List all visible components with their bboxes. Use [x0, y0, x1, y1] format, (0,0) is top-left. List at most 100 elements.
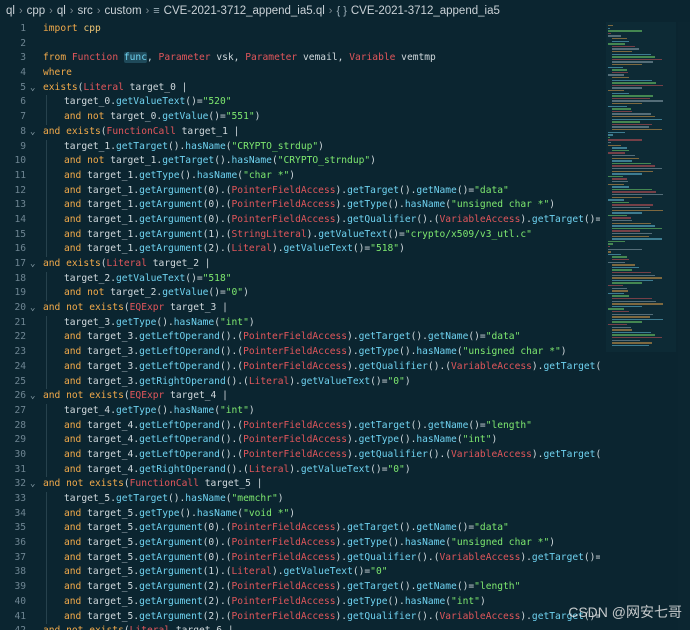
- code-text: and target_3.getLeftOperand().(PointerFi…: [64, 330, 520, 345]
- breadcrumb-file[interactable]: CVE-2021-3712_append_ia5.ql: [164, 5, 325, 17]
- code-token: getArgument: [139, 228, 203, 240]
- code-token: getType: [139, 169, 180, 181]
- code-token: ).: [335, 595, 348, 607]
- code-line[interactable]: 5 ⌄ exists(Literal target_0 |: [0, 81, 600, 96]
- code-line[interactable]: 25 and target_3.getRightOperand().(Litera…: [0, 374, 600, 390]
- code-line[interactable]: 10 and not target_1.getTarget().hasName("…: [0, 154, 600, 169]
- minimap-line: [612, 342, 652, 344]
- indent-guide: [46, 536, 47, 551]
- editor-scrollbar[interactable]: [678, 22, 690, 630]
- code-token: ).: [271, 566, 284, 578]
- minimap-line: [612, 87, 642, 89]
- code-line[interactable]: 38 and target_5.getArgument(1).(Literal).…: [0, 565, 600, 581]
- minimap-line: [612, 38, 627, 40]
- code-line[interactable]: 8 ⌄ and exists(FunctionCall target_1 |: [0, 125, 600, 140]
- code-token: getTarget: [347, 581, 400, 593]
- code-line[interactable]: 19 and not target_2.getValue()="0"): [0, 286, 600, 302]
- fold-chevron-icon[interactable]: ⌄: [30, 257, 40, 272]
- breadcrumb-item[interactable]: cpp: [27, 5, 46, 17]
- code-token: hasName: [404, 595, 446, 607]
- code-line[interactable]: 12 and target_1.getArgument(0).(PointerFi…: [0, 183, 600, 199]
- code-text: and target_5.getArgument(0).(PointerFiel…: [64, 521, 509, 536]
- code-line[interactable]: 31 and target_4.getRightOperand().(Litera…: [0, 462, 600, 478]
- code-token: import: [43, 23, 84, 34]
- code-line[interactable]: 32 ⌄ and not exists(FunctionCall target_5 …: [0, 477, 600, 492]
- code-line[interactable]: 22 and target_3.getLeftOperand().(Pointer…: [0, 330, 600, 346]
- code-token: "CRYPTO_strdup": [231, 140, 319, 152]
- code-line[interactable]: 15 and target_1.getArgument(1).(StringLit…: [0, 227, 600, 243]
- code-token: target_6 |: [176, 625, 234, 630]
- code-line[interactable]: 42 ⌄and not exists(Literal target_6 |: [0, 624, 600, 630]
- code-line[interactable]: 23 and target_3.getLeftOperand().(Pointer…: [0, 345, 600, 360]
- code-line[interactable]: 40 and target_5.getArgument(2).(PointerFi…: [0, 594, 600, 610]
- fold-chevron-icon[interactable]: ⌄: [30, 81, 40, 96]
- indent-guide: [46, 506, 47, 522]
- breadcrumb-item[interactable]: ql: [6, 5, 15, 17]
- code-token: PointerFieldAccess: [231, 537, 336, 549]
- code-line[interactable]: 9 target_1.getTarget().hasName("CRYPTO_st…: [0, 139, 600, 155]
- code-line[interactable]: 18 target_2.getValueText()="518": [0, 271, 600, 287]
- code-line[interactable]: 34 and target_5.getType().hasName("void *…: [0, 506, 600, 522]
- code-token: ): [560, 346, 567, 358]
- breadcrumb-item[interactable]: src: [77, 5, 92, 17]
- code-line[interactable]: 36 and target_5.getArgument(0).(PointerFi…: [0, 536, 600, 551]
- code-editor[interactable]: 1 import cpp 2 3 from Function func, Paramet…: [0, 22, 600, 630]
- minimap-line: [612, 274, 655, 276]
- minimap-line: [612, 321, 642, 323]
- code-line[interactable]: 27 target_4.getType().hasName("int"): [0, 403, 600, 419]
- fold-chevron-icon[interactable]: ⌄: [30, 624, 40, 630]
- breadcrumb-item[interactable]: custom: [104, 5, 141, 17]
- code-line[interactable]: 11 and target_1.getType().hasName("char *…: [0, 168, 600, 184]
- code-line[interactable]: 4 where: [0, 66, 600, 81]
- code-line[interactable]: 13 and target_1.getArgument(0).(PointerFi…: [0, 198, 600, 213]
- code-token: VariableAccess: [451, 360, 532, 372]
- line-number: 41: [14, 610, 26, 622]
- code-token: getLeftOperand: [139, 419, 220, 431]
- minimap-line: [608, 144, 621, 146]
- code-line[interactable]: 39 and target_5.getArgument(2).(PointerFi…: [0, 580, 600, 595]
- breadcrumb-symbol[interactable]: CVE-2021-3712_append_ia5: [351, 5, 500, 17]
- code-line[interactable]: 28 and target_4.getLeftOperand().(Pointer…: [0, 418, 600, 434]
- code-line[interactable]: 29 and target_4.getLeftOperand().(Pointer…: [0, 433, 600, 448]
- minimap-line: [608, 131, 625, 133]
- code-line[interactable]: 37 and target_5.getArgument(0).(PointerFi…: [0, 550, 600, 566]
- minimap-line: [612, 212, 642, 214]
- code-line[interactable]: 26 ⌄ and not exists(EQExpr target_4 |: [0, 389, 600, 404]
- code-token: getTarget: [543, 360, 596, 372]
- minimap[interactable]: [606, 22, 676, 352]
- code-token: getValueText: [300, 463, 371, 475]
- code-line[interactable]: 30 and target_4.getLeftOperand().(Pointer…: [0, 447, 600, 463]
- code-line[interactable]: 1 import cpp: [0, 22, 600, 37]
- code-token: getTarget: [543, 448, 596, 460]
- code-line[interactable]: 41 and target_5.getArgument(2).(PointerFi…: [0, 609, 600, 625]
- fold-chevron-icon[interactable]: ⌄: [30, 125, 40, 140]
- code-line[interactable]: 16 and target_1.getArgument(2).(Literal).…: [0, 242, 600, 257]
- code-token: (2).(: [202, 581, 232, 593]
- code-token: PointerFieldAccess: [231, 551, 336, 563]
- code-text: and target_1.getArgument(0).(PointerFiel…: [64, 198, 555, 213]
- code-line[interactable]: 7 and not target_0.getValue()="551"): [0, 110, 600, 125]
- code-line[interactable]: 14 and target_1.getArgument(0).(PointerFi…: [0, 212, 600, 228]
- minimap-line: [612, 165, 655, 167]
- code-line[interactable]: 17 ⌄ and exists(Literal target_2 |: [0, 257, 600, 272]
- code-line[interactable]: 21 target_3.getType().hasName("int"): [0, 315, 600, 331]
- code-line[interactable]: 2: [0, 37, 600, 52]
- indent-guide: [46, 271, 47, 287]
- code-line[interactable]: 3 from Function func, Parameter vsk, Para…: [0, 51, 600, 66]
- code-line[interactable]: 33 target_5.getTarget().hasName("memchr"): [0, 492, 600, 507]
- fold-chevron-icon[interactable]: ⌄: [30, 477, 40, 492]
- code-token: ): [289, 169, 296, 181]
- code-token: getTarget: [531, 213, 584, 225]
- minimap-line: [612, 329, 632, 331]
- code-line[interactable]: 24 and target_3.getLeftOperand().(Pointer…: [0, 359, 600, 375]
- line-number: 37: [14, 551, 26, 563]
- code-token: getName: [416, 581, 457, 593]
- fold-chevron-icon[interactable]: ⌄: [30, 389, 40, 404]
- code-line[interactable]: 35 and target_5.getArgument(0).(PointerFi…: [0, 521, 600, 537]
- breadcrumb-item[interactable]: ql: [57, 5, 66, 17]
- code-line[interactable]: 20 ⌄ and not exists(EQExpr target_3 |: [0, 301, 600, 316]
- fold-chevron-icon[interactable]: ⌄: [30, 301, 40, 316]
- minimap-line: [612, 53, 651, 55]
- code-line[interactable]: 6 target_0.getValueText()="520": [0, 95, 600, 111]
- indent-guide: [46, 492, 47, 507]
